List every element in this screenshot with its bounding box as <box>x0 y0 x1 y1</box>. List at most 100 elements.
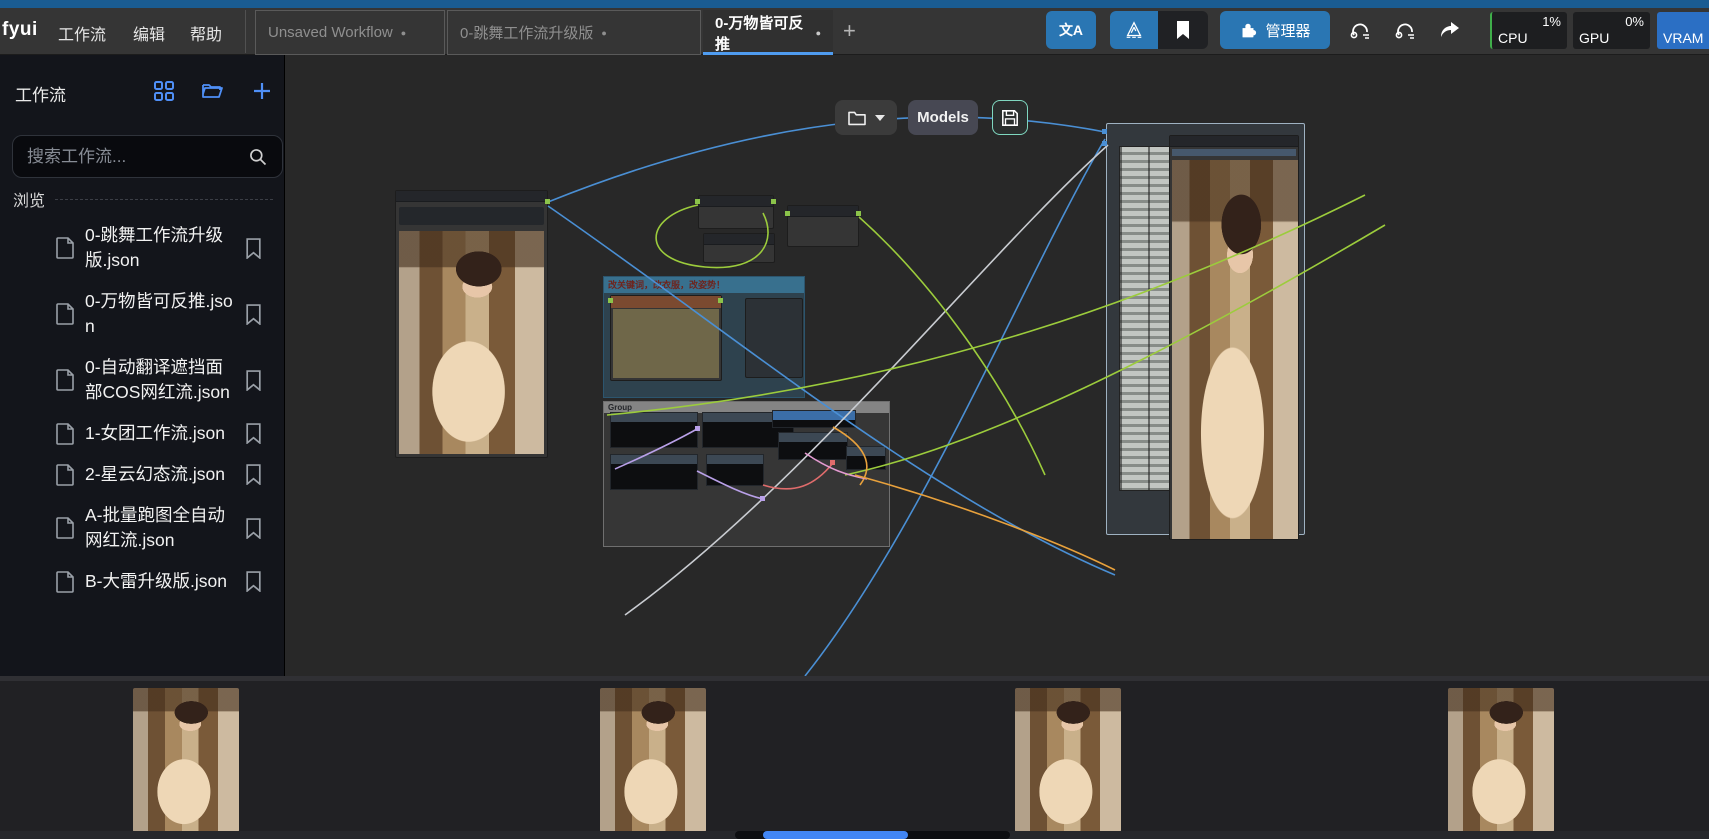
search-input[interactable] <box>27 147 248 167</box>
gallery-thumbnail[interactable] <box>600 688 706 832</box>
puzzle-icon <box>1239 21 1257 39</box>
new-workflow-plus-icon[interactable] <box>250 79 274 103</box>
tab-label: Unsaved Workflow <box>268 24 393 41</box>
file-icon <box>56 464 75 486</box>
workflow-file-item[interactable]: 1-女团工作流.json <box>0 413 285 454</box>
workflows-sidebar: 工作流 浏览 0-跳舞工作流升级版.json 0-万物皆可反推.json <box>0 55 285 676</box>
node-widget-row[interactable] <box>1172 149 1296 156</box>
chevron-down-icon <box>875 115 885 121</box>
result-image-partial <box>1119 146 1175 491</box>
gallery-scrollbar-track-area <box>0 831 1709 839</box>
graph-node[interactable] <box>706 454 764 486</box>
manager-button[interactable]: 管理器 <box>1220 11 1330 49</box>
tab-label: 0-跳舞工作流升级版 <box>460 22 593 43</box>
preview-image <box>399 231 544 454</box>
workflow-file-item[interactable]: A-批量跑图全自动网红流.json <box>0 495 285 561</box>
bookmark-toggle-button[interactable] <box>1158 11 1208 49</box>
new-tab-button[interactable]: + <box>843 16 856 46</box>
bookmark-icon[interactable] <box>245 518 262 539</box>
scrollbar-thumb[interactable] <box>763 831 908 839</box>
graph-node[interactable] <box>610 454 698 490</box>
graph-node[interactable] <box>778 432 848 460</box>
models-label: Models <box>917 109 969 126</box>
file-icon <box>56 423 75 445</box>
browse-label: 浏览 <box>13 187 45 211</box>
gpu-label: GPU <box>1579 30 1609 46</box>
node-title-bar <box>396 191 547 202</box>
vram-usage-indicator: 5 VRAM <box>1657 12 1709 49</box>
graph-node-selected[interactable] <box>772 410 856 428</box>
text-prompt-node[interactable] <box>610 295 722 381</box>
workflow-file-name: 0-自动翻译遮挡面部COS网红流.json <box>85 355 235 405</box>
models-button[interactable]: Models <box>908 100 978 135</box>
translate-button[interactable]: 文A <box>1046 11 1096 49</box>
cpu-usage-indicator: 1% CPU <box>1490 12 1567 49</box>
clean-vram-deep-icon[interactable] <box>1393 18 1417 42</box>
tab-reverse-anything-active[interactable]: 0-万物皆可反推 ● <box>703 10 833 55</box>
bookmark-icon[interactable] <box>245 370 262 391</box>
workflow-file-item[interactable]: B-大雷升级版.json <box>0 561 285 602</box>
gpu-usage-indicator: 0% GPU <box>1573 12 1650 49</box>
graph-node[interactable] <box>698 195 774 229</box>
scrollbar-track[interactable] <box>735 831 1010 839</box>
tab-label: 0-万物皆可反推 <box>715 12 808 54</box>
bookmark-icon[interactable] <box>245 304 262 325</box>
share-icon[interactable] <box>1438 18 1462 42</box>
file-icon <box>56 303 75 325</box>
file-icon <box>56 571 75 593</box>
workflow-file-name: B-大雷升级版.json <box>85 569 235 594</box>
workflow-file-name: 0-跳舞工作流升级版.json <box>85 223 235 273</box>
workflow-file-item[interactable]: 0-跳舞工作流升级版.json <box>0 215 285 281</box>
graph-node[interactable] <box>787 205 859 247</box>
workflow-folder-button[interactable] <box>835 100 897 135</box>
file-icon <box>56 369 75 391</box>
menubar-divider <box>245 10 246 53</box>
gallery-thumbnail[interactable] <box>1448 688 1554 832</box>
graph-node[interactable] <box>745 298 803 378</box>
workflow-file-name: A-批量跑图全自动网红流.json <box>85 503 235 553</box>
image-result-node[interactable] <box>1169 135 1299 540</box>
workflow-file-item[interactable]: 0-万物皆可反推.json <box>0 281 285 347</box>
node-group[interactable]: Group <box>603 401 890 547</box>
menu-help[interactable]: 帮助 <box>190 21 222 45</box>
open-folder-icon[interactable] <box>200 79 224 103</box>
graph-node[interactable] <box>846 446 886 470</box>
bookmark-icon[interactable] <box>245 238 262 259</box>
gallery-thumbnail[interactable] <box>133 688 239 832</box>
workflow-search-box <box>12 135 283 178</box>
grid-view-icon[interactable] <box>152 79 176 103</box>
group-title: 改关键词，改衣服，改姿势！ <box>604 277 804 293</box>
menu-edit[interactable]: 编辑 <box>133 21 165 45</box>
bookmark-icon[interactable] <box>245 423 262 444</box>
image-preview-node[interactable] <box>395 190 548 458</box>
workflow-file-item[interactable]: 2-星云幻态流.json <box>0 454 285 495</box>
save-workflow-button[interactable] <box>992 100 1028 135</box>
browse-section-header[interactable]: 浏览 <box>13 187 273 211</box>
search-icon <box>248 147 268 167</box>
node-widget-row[interactable] <box>399 207 544 225</box>
clean-vram-icon[interactable] <box>1348 18 1372 42</box>
section-divider <box>55 199 273 200</box>
menu-workflow[interactable]: 工作流 <box>58 21 106 45</box>
gpu-value: 0% <box>1625 14 1644 29</box>
vram-label: VRAM <box>1663 30 1703 46</box>
graph-node[interactable] <box>610 412 698 448</box>
workflow-file-name: 1-女团工作流.json <box>85 421 235 446</box>
folder-icon <box>847 110 867 126</box>
tab-unsaved-workflow[interactable]: Unsaved Workflow ● <box>255 10 445 55</box>
node-graph-canvas[interactable]: 改关键词，改衣服，改姿势！ Group <box>285 55 1709 676</box>
utility-icon-group <box>1332 11 1478 49</box>
tab-dance-workflow[interactable]: 0-跳舞工作流升级版 ● <box>447 10 701 55</box>
logo-bookmark-group <box>1110 11 1208 49</box>
translate-icon: 文A <box>1059 20 1083 40</box>
easyuse-logo-button[interactable] <box>1110 11 1158 49</box>
file-icon <box>56 517 75 539</box>
bookmark-icon[interactable] <box>245 571 262 592</box>
top-accent-stripe <box>0 0 1709 8</box>
graph-node[interactable] <box>703 233 775 263</box>
gallery-thumbnail[interactable] <box>1015 688 1121 832</box>
workflow-file-item[interactable]: 0-自动翻译遮挡面部COS网红流.json <box>0 347 285 413</box>
cpu-value: 1% <box>1542 14 1561 29</box>
bookmark-icon[interactable] <box>245 464 262 485</box>
cpu-label: CPU <box>1498 30 1528 46</box>
